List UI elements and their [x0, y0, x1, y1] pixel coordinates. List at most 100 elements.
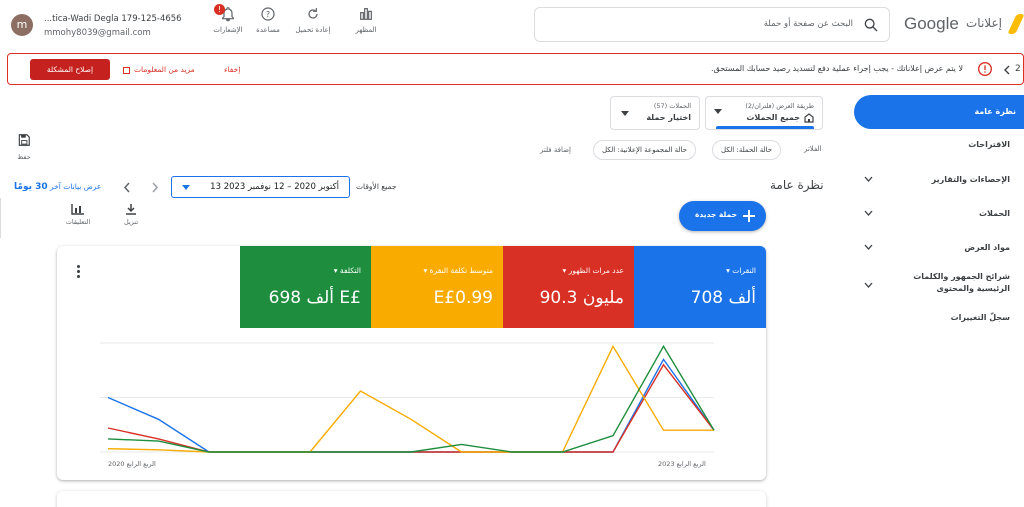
add-filter-link[interactable]: إضافة فلتر [540, 146, 571, 154]
chevron-left-icon[interactable] [1003, 65, 1011, 75]
payment-error-banner: 2 لا يتم عرض إعلاناتك - يجب إجراء عملية … [7, 53, 1024, 85]
sidebar-item-recommendations[interactable]: الاقتراحات [854, 135, 1024, 155]
save-icon [18, 134, 30, 146]
annotations-label: التعليقات [65, 218, 91, 226]
ads-logo-icon [1007, 14, 1024, 34]
series-line-1 [107, 363, 715, 453]
sidebar-item-campaigns[interactable]: الحملات [854, 204, 1024, 224]
appearance-button[interactable]: المظهر [344, 6, 388, 34]
metric-card-avg-cpc[interactable]: ▾ متوسط تكلفة النقرة E£0.99 [371, 246, 503, 328]
view-selector-label: طريقة العرض (فلتران/2) [745, 102, 814, 110]
banner-more-info-link[interactable]: مزيد من المعلومات [123, 65, 195, 74]
filter-chip-campaign-status[interactable]: حالة الحملة: الكل [712, 140, 782, 160]
show-last-days: 30 يومًا [14, 182, 48, 192]
date-range-value: 13 أكتوبر 2020 – 12 نوفمبر 2023 [210, 182, 339, 192]
banner-message: لا يتم عرض إعلاناتك - يجب إجراء عملية دف… [711, 64, 963, 73]
banner-page-number: 2 [1015, 64, 1021, 74]
metric-label: متوسط تكلفة النقرة [429, 266, 493, 275]
sidebar-item-label: شرائح الجمهور والكلمات الرئيسية والمحتوى [913, 272, 1010, 293]
refresh-button[interactable]: إعادة تحميل [291, 6, 335, 34]
download-button[interactable]: تنزيل [118, 203, 144, 226]
metric-value: E£0.99 [433, 288, 493, 308]
page-title: نظرة عامة [770, 178, 824, 192]
show-last-label: عرض بيانات آخر [50, 182, 102, 191]
help-icon: ? [261, 7, 275, 21]
avatar[interactable]: m [11, 14, 33, 36]
annotations-button[interactable]: التعليقات [60, 203, 96, 226]
sidebar-item-label: سجلّ التغييرات [950, 313, 1010, 322]
more-options-icon[interactable] [77, 265, 81, 279]
campaign-selector-label: الحملات (57) [653, 102, 691, 110]
sidebar-item-label: نظرة عامة [974, 107, 1016, 116]
chevron-down-icon [864, 176, 873, 182]
campaign-selector[interactable]: الحملات (57) اختيار حملة [610, 96, 700, 130]
performance-line-chart [100, 342, 715, 453]
divider [0, 198, 1, 238]
download-label: تنزيل [123, 218, 139, 226]
metric-label: عدد مرات الظهور [568, 266, 624, 275]
show-last-days-link[interactable]: عرض بيانات آخر 30 يومًا [14, 182, 101, 192]
sidebar-item-audiences[interactable]: شرائح الجمهور والكلمات الرئيسية والمحتوى [854, 268, 1024, 302]
fix-problem-button[interactable]: إصلاح المشكلة [30, 59, 110, 80]
metric-label: النقرات [732, 266, 756, 275]
metric-card-impressions[interactable]: ▾ عدد مرات الظهور 90.3 مليون [503, 246, 634, 328]
dropdown-arrow-icon [714, 109, 722, 114]
notifications-label: الإشعارات [213, 26, 243, 34]
sidebar-item-label: الاقتراحات [968, 140, 1010, 149]
help-label: مساعدة [256, 26, 280, 34]
sidebar-item-label: الحملات [979, 209, 1010, 218]
refresh-label: إعادة تحميل [295, 26, 331, 34]
chevron-down-icon [864, 282, 873, 288]
appearance-label: المظهر [355, 26, 377, 34]
metric-card-clicks[interactable]: ▾ النقرات 708 ألف [634, 246, 766, 328]
metric-value: 698 ألف E£ [268, 288, 361, 308]
sidebar-item-label: مواد العرض [964, 243, 1010, 252]
new-campaign-label: حملة جديدة [695, 210, 737, 219]
date-range-picker[interactable]: 13 أكتوبر 2020 – 12 نوفمبر 2023 [171, 176, 350, 198]
next-period-icon[interactable] [151, 182, 159, 193]
filters-label: الفلاتر [804, 145, 822, 153]
search-input[interactable]: البحث عن صفحة أو حملة [764, 19, 853, 29]
google-logo: Google [904, 14, 959, 33]
chevron-down-icon [864, 244, 873, 250]
account-name[interactable]: ...tica-Wadi Degla 179-125-4656 [44, 14, 182, 24]
external-link-icon [123, 66, 130, 74]
help-button[interactable]: ? مساعدة [246, 6, 290, 34]
plus-icon [743, 210, 755, 222]
save-label: حفظ [17, 153, 31, 161]
sidebar-item-overview[interactable]: نظرة عامة [854, 95, 1024, 129]
bar-chart-icon [360, 8, 372, 20]
refresh-icon [308, 8, 318, 19]
view-selector[interactable]: طريقة العرض (فلتران/2) جميع الحملات [705, 96, 823, 130]
series-line-2 [107, 344, 714, 453]
x-axis-start-label: الربع الرابع 2020 [108, 460, 156, 468]
filter-chip-adgroup-status[interactable]: حالة المجموعة الإعلانية: الكل [593, 140, 696, 160]
sidebar-item-change-history[interactable]: سجلّ التغييرات [854, 308, 1024, 328]
metric-value: 708 ألف [690, 288, 756, 308]
view-selector-value: جميع الحملات [746, 113, 800, 122]
series-line-0 [107, 358, 715, 453]
sidebar-item-label: الإحصاءات والتقارير [931, 175, 1010, 184]
account-email: mmohy8039@gmail.com [44, 28, 151, 38]
notification-badge: ! [214, 4, 225, 15]
sidebar: نظرة عامة الاقتراحات الإحصاءات والتقارير… [850, 90, 1024, 507]
banner-hide-link[interactable]: إخفاء [224, 65, 240, 74]
all-time-label: جميع الأوقات [356, 182, 397, 191]
sidebar-item-assets[interactable]: مواد العرض [854, 238, 1024, 258]
notifications-button[interactable]: ! الإشعارات [206, 4, 250, 34]
app-name: إعلانات [966, 16, 1002, 30]
search-box[interactable]: البحث عن صفحة أو حملة [534, 7, 890, 42]
metric-label: التكلفة [339, 266, 361, 275]
save-button[interactable]: حفظ [12, 133, 36, 161]
metric-card-cost[interactable]: ▾ التكلفة 698 ألف E£ [240, 246, 371, 328]
new-campaign-button[interactable]: حملة جديدة [679, 201, 766, 231]
dropdown-arrow-icon [621, 111, 629, 116]
metric-value: 90.3 مليون [539, 288, 624, 308]
annotations-icon [71, 204, 84, 215]
sidebar-item-insights-reports[interactable]: الإحصاءات والتقارير [854, 170, 1024, 190]
download-icon [126, 204, 136, 215]
top-bar: m ...tica-Wadi Degla 179-125-4656 mmohy8… [0, 0, 1024, 50]
next-card [57, 491, 766, 507]
previous-period-icon[interactable] [123, 182, 131, 193]
search-icon [864, 18, 878, 32]
